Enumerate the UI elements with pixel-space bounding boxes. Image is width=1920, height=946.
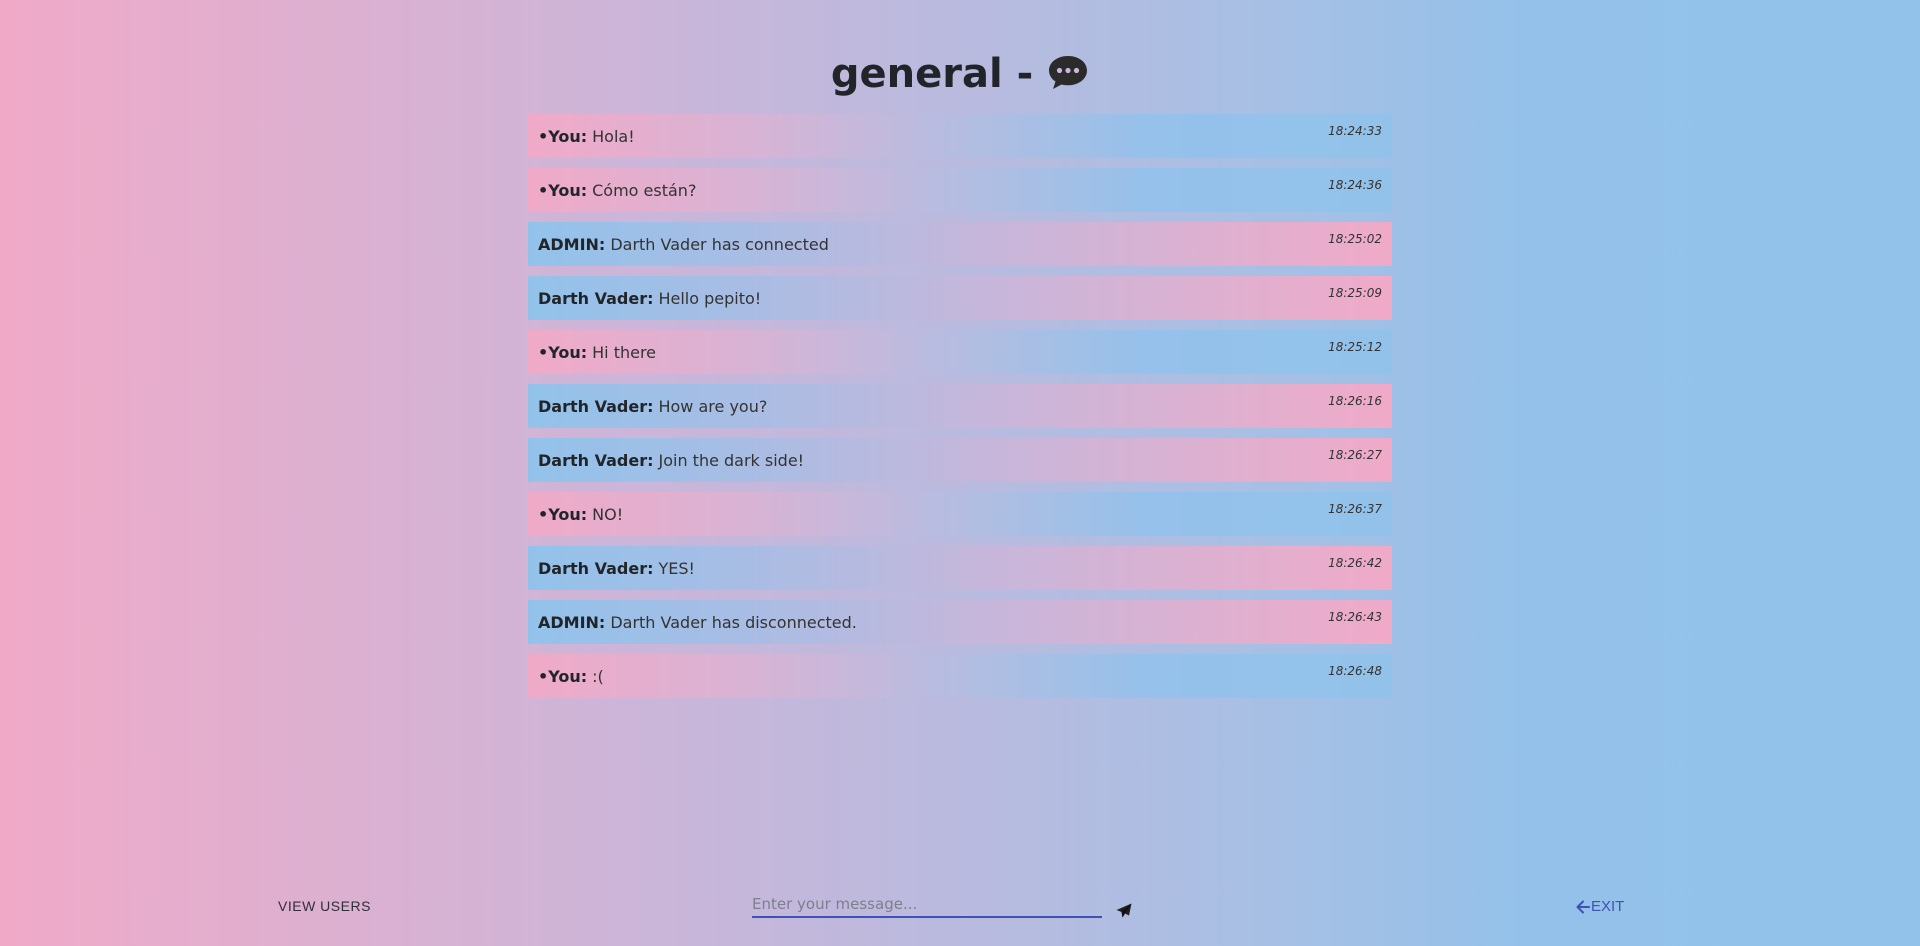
message-item: Darth Vader: Join the dark side! 18:26:27 xyxy=(528,438,1392,482)
room-name: general xyxy=(830,51,1003,97)
message-text: Darth Vader has disconnected. xyxy=(610,612,857,632)
message-author: •You: xyxy=(538,342,588,362)
message-text: :( xyxy=(592,666,604,686)
title-separator: - xyxy=(1016,51,1034,97)
message-author: •You: xyxy=(538,126,588,146)
message-item: •You: Cómo están? 18:24:36 xyxy=(528,168,1392,212)
message-text: Hi there xyxy=(592,342,657,362)
message-timestamp: 18:24:33 xyxy=(1328,124,1382,138)
message-timestamp: 18:26:37 xyxy=(1328,502,1382,516)
message-timestamp: 18:24:36 xyxy=(1328,178,1382,192)
message-author: Darth Vader: xyxy=(538,288,654,308)
message-timestamp: 18:26:48 xyxy=(1328,664,1382,678)
message-timestamp: 18:26:42 xyxy=(1328,556,1382,570)
message-timestamp: 18:25:02 xyxy=(1328,232,1382,246)
view-users-button[interactable]: VIEW USERS xyxy=(278,898,371,914)
message-text: YES! xyxy=(658,558,695,578)
message-text: NO! xyxy=(592,504,624,524)
message-text: Join the dark side! xyxy=(658,450,805,470)
message-text: How are you? xyxy=(658,396,768,416)
message-item: Darth Vader: Hello pepito! 18:25:09 xyxy=(528,276,1392,320)
message-item: ADMIN: Darth Vader has disconnected. 18:26… xyxy=(528,600,1392,644)
message-list: •You: Hola! 18:24:33 •You: Cómo están? 18:24:… xyxy=(528,114,1392,708)
message-author: Darth Vader: xyxy=(538,558,654,578)
arrow-left-icon xyxy=(1576,900,1591,914)
message-input[interactable] xyxy=(752,892,1102,918)
message-author: Darth Vader: xyxy=(538,450,654,470)
message-item: •You: NO! 18:26:37 xyxy=(528,492,1392,536)
message-author: ADMIN: xyxy=(538,234,606,254)
footer-bar: VIEW USERS EXIT xyxy=(0,880,1920,940)
message-text: Hola! xyxy=(592,126,635,146)
message-item: •You: Hi there 18:25:12 xyxy=(528,330,1392,374)
message-text: Cómo están? xyxy=(592,180,697,200)
message-timestamp: 18:25:09 xyxy=(1328,286,1382,300)
message-timestamp: 18:26:43 xyxy=(1328,610,1382,624)
message-item: Darth Vader: How are you? 18:26:16 xyxy=(528,384,1392,428)
speech-bubble-icon xyxy=(1047,51,1089,89)
message-timestamp: 18:26:27 xyxy=(1328,448,1382,462)
message-timestamp: 18:25:12 xyxy=(1328,340,1382,354)
send-button[interactable] xyxy=(1114,902,1134,922)
message-item: ADMIN: Darth Vader has connected 18:25:02 xyxy=(528,222,1392,266)
message-text: Hello pepito! xyxy=(658,288,762,308)
message-author: Darth Vader: xyxy=(538,396,654,416)
message-item: •You: Hola! 18:24:33 xyxy=(528,114,1392,158)
exit-button[interactable]: EXIT xyxy=(1576,898,1624,915)
message-author: •You: xyxy=(538,666,588,686)
message-item: •You::( 18:26:48 xyxy=(528,654,1392,698)
message-author: ADMIN: xyxy=(538,612,606,632)
exit-label: EXIT xyxy=(1591,898,1625,915)
message-timestamp: 18:26:16 xyxy=(1328,394,1382,408)
message-text: Darth Vader has connected xyxy=(610,234,829,254)
message-author: •You: xyxy=(538,180,588,200)
page-title: general - xyxy=(0,46,1920,102)
message-item: Darth Vader: YES! 18:26:42 xyxy=(528,546,1392,590)
message-author: •You: xyxy=(538,504,588,524)
paper-plane-icon xyxy=(1116,903,1132,922)
